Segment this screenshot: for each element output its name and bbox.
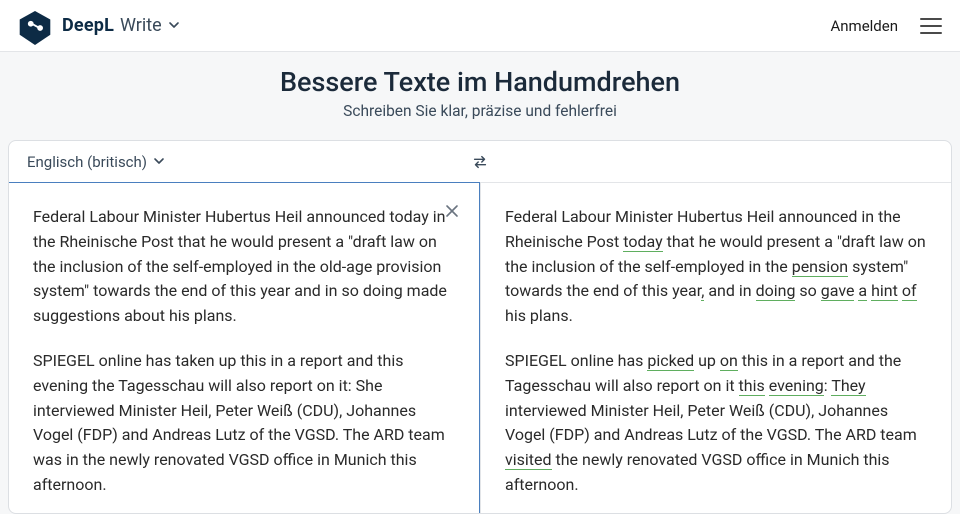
product-switcher[interactable]: DeepL Write: [62, 15, 180, 36]
header-right: Anmelden: [830, 17, 942, 35]
brand-name: DeepL: [62, 15, 114, 36]
output-pane[interactable]: Federal Labour Minister Hubertus Heil an…: [480, 183, 951, 513]
suggestion[interactable]: hint: [871, 281, 898, 301]
input-paragraph: SPIEGEL online has taken up this in a re…: [33, 349, 455, 498]
suggestion[interactable]: gave: [821, 281, 855, 301]
suggestion[interactable]: evening: [769, 376, 824, 396]
suggestion[interactable]: They: [831, 376, 865, 396]
suggestion[interactable]: doing: [756, 281, 796, 301]
editor-card: Englisch (britisch) Federal Labour Minis…: [8, 140, 952, 514]
product-name: Write: [120, 15, 162, 36]
menu-icon[interactable]: [920, 18, 942, 34]
suggestion[interactable]: picked: [647, 351, 694, 371]
input-paragraph: Federal Labour Minister Hubertus Heil an…: [33, 205, 455, 329]
suggestion[interactable]: today: [623, 232, 662, 252]
language-selector[interactable]: Englisch (britisch): [9, 141, 183, 182]
header-left: DeepL Write: [18, 9, 180, 43]
chevron-down-icon: [153, 153, 165, 171]
suggestion[interactable]: this: [739, 376, 765, 396]
editor-toolbar: Englisch (britisch): [9, 141, 951, 183]
editor-panes: Federal Labour Minister Hubertus Heil an…: [9, 183, 951, 513]
suggestion[interactable]: pension: [792, 257, 848, 277]
swap-button[interactable]: [465, 147, 495, 177]
chevron-down-icon: [168, 19, 180, 31]
deepl-logo-icon[interactable]: [18, 9, 52, 43]
suggestion[interactable]: on: [720, 351, 738, 371]
suggestion[interactable]: of: [902, 281, 917, 301]
app-header: DeepL Write Anmelden: [0, 0, 960, 52]
login-link[interactable]: Anmelden: [830, 17, 898, 35]
input-pane[interactable]: Federal Labour Minister Hubertus Heil an…: [8, 182, 480, 514]
clear-input-button[interactable]: [445, 201, 463, 219]
output-paragraph: SPIEGEL online has picked up on this in …: [505, 349, 927, 498]
page-subtitle: Schreiben Sie klar, präzise und fehlerfr…: [0, 102, 960, 120]
output-paragraph: Federal Labour Minister Hubertus Heil an…: [505, 205, 927, 329]
page-title: Bessere Texte im Handumdrehen: [0, 66, 960, 98]
suggestion[interactable]: visited: [505, 450, 552, 470]
suggestion[interactable]: a: [858, 281, 867, 301]
hero: Bessere Texte im Handumdrehen Schreiben …: [0, 52, 960, 134]
language-label: Englisch (britisch): [27, 153, 147, 171]
